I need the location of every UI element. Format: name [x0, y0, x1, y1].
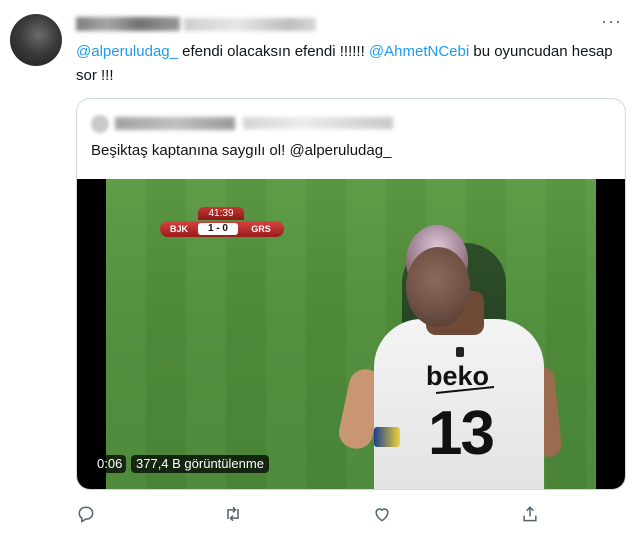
avatar[interactable]	[10, 14, 62, 66]
scorebug: 41:39 BJK 1 - 0 GRS	[160, 207, 284, 247]
blurred-display-name[interactable]	[76, 17, 180, 31]
quoted-blurred-handle	[243, 117, 393, 129]
captain-armband	[374, 427, 400, 447]
score: 1 - 0	[198, 223, 238, 235]
quoted-blurred-name[interactable]	[115, 117, 235, 130]
video-frame: 41:39 BJK 1 - 0 GRS beko 13	[106, 179, 596, 489]
player-head	[406, 247, 470, 327]
tweet-actions	[76, 504, 616, 526]
quoted-avatar[interactable]	[91, 115, 109, 133]
video-player[interactable]: 41:39 BJK 1 - 0 GRS beko 13 0:06 377,4 B…	[77, 179, 625, 489]
club-badge-icon	[456, 347, 464, 357]
tweet-text-part: efendi olacaksın efendi !!!!!!	[177, 43, 369, 60]
jersey-number: 13	[428, 399, 495, 468]
score-bar: BJK 1 - 0 GRS	[160, 221, 284, 237]
like-icon[interactable]	[372, 504, 394, 526]
home-team: BJK	[169, 224, 188, 234]
tweet-text: @alperuludag_ efendi olacaksın efendi !!…	[76, 40, 616, 88]
quoted-tweet[interactable]: Beşiktaş kaptanına saygılı ol! @alperulu…	[76, 98, 626, 490]
mention-link[interactable]: @AhmetNCebi	[369, 43, 469, 60]
more-options-icon[interactable]: ···	[601, 12, 622, 30]
mention-link[interactable]: @alperuludag_	[76, 43, 178, 60]
retweet-icon[interactable]	[223, 504, 245, 526]
away-team: GRS	[251, 224, 271, 234]
match-clock: 41:39	[198, 207, 244, 220]
share-icon[interactable]	[520, 504, 542, 526]
video-views: 377,4 B görüntülenme	[131, 455, 269, 473]
video-time: 0:06	[93, 455, 127, 473]
reply-icon[interactable]	[76, 504, 98, 526]
blurred-handle	[184, 18, 316, 31]
quoted-tweet-text: Beşiktaş kaptanına saygılı ol! @alperulu…	[91, 142, 392, 159]
